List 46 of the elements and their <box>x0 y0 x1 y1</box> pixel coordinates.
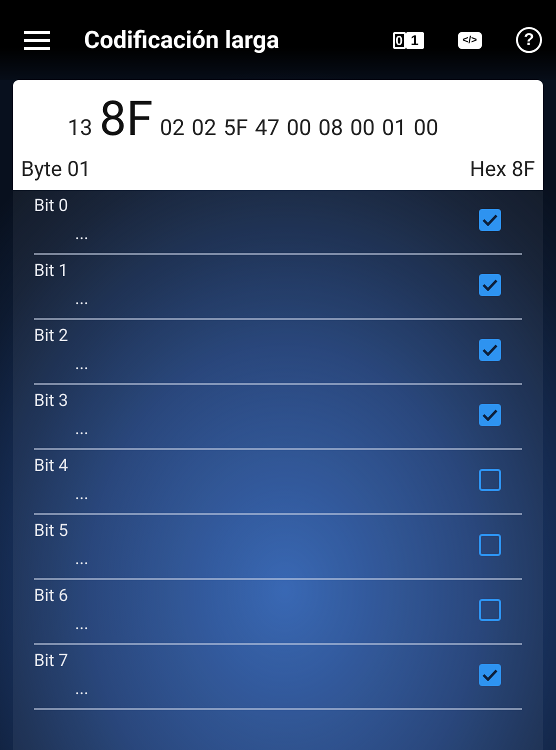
byte-label: Byte 01 <box>21 158 91 182</box>
byte-value: 5F <box>223 116 248 141</box>
check-icon <box>482 669 498 681</box>
byte-value: 02 <box>160 116 185 141</box>
bit-checkbox[interactable] <box>479 469 501 491</box>
app-title: Codificación larga <box>84 26 280 54</box>
byte-value: 02 <box>192 116 216 141</box>
help-button[interactable]: ? <box>516 27 542 53</box>
bit-value: ... <box>75 289 88 309</box>
bit-label: Bit 7 <box>34 651 68 671</box>
bit-label: Bit 3 <box>34 391 68 411</box>
bit-value: ... <box>75 549 88 569</box>
bit-checkbox[interactable] <box>479 534 501 556</box>
bit-label: Bit 2 <box>34 326 68 346</box>
byte-value: 08 <box>318 116 344 141</box>
hex-label: Hex 8F <box>470 158 535 182</box>
bit-checkbox[interactable] <box>479 404 501 426</box>
bit-label: Bit 5 <box>34 521 68 541</box>
bit-checkbox[interactable] <box>479 274 501 296</box>
code-button[interactable]: </> <box>458 32 482 48</box>
byte-value: 13 <box>68 116 92 141</box>
bit-checkbox[interactable] <box>479 339 501 361</box>
bit-checkbox[interactable] <box>479 209 501 231</box>
bit-value: ... <box>75 679 88 699</box>
check-icon <box>482 409 498 421</box>
bit-label: Bit 1 <box>34 261 68 281</box>
byte-value: 01 <box>382 116 407 141</box>
byte-value: 00 <box>350 116 375 141</box>
check-icon <box>482 279 498 291</box>
byte-value: 00 <box>414 116 438 141</box>
check-icon <box>482 344 498 356</box>
bit-checkbox[interactable] <box>479 599 501 621</box>
check-icon <box>482 214 498 226</box>
bit-value: ... <box>75 484 88 504</box>
current-byte: 8F <box>99 90 153 147</box>
bit-value: ... <box>75 614 88 634</box>
bit-checkbox[interactable] <box>479 664 501 686</box>
bit-label: Bit 6 <box>34 586 68 606</box>
bit-value: ... <box>75 354 88 374</box>
bit-value: ... <box>75 224 88 244</box>
bit-label: Bit 0 <box>34 196 68 216</box>
byte-value: 47 <box>254 116 280 141</box>
byte-value: 00 <box>286 116 312 141</box>
bit-value: ... <box>75 419 88 439</box>
menu-icon[interactable] <box>24 30 50 50</box>
bit-label: Bit 4 <box>34 456 68 476</box>
